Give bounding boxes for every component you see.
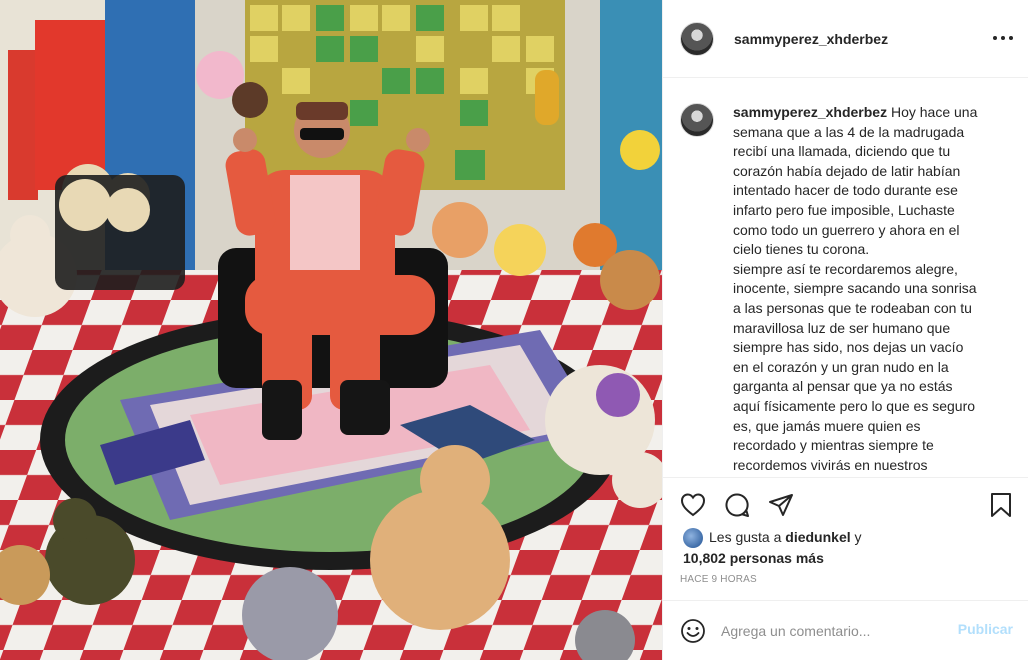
publish-button[interactable]: Publicar — [958, 621, 1013, 637]
caption-line: recibí una llamada, diciendo que tu — [733, 143, 951, 160]
caption-line: intentado hacer de todo durante ese — [733, 182, 958, 199]
author-avatar[interactable] — [680, 21, 714, 56]
comment-input[interactable] — [721, 619, 941, 643]
caption-line: aquí físicamente pero lo que es seguro — [733, 397, 976, 414]
more-horizontal-icon[interactable] — [993, 30, 1013, 46]
emoji-icon[interactable] — [679, 617, 707, 645]
caption-line: maravillosa luz de ser humano que — [733, 319, 951, 336]
caption-line: es, que jamás muere quien es — [733, 417, 921, 434]
likes-summary: Les gusta a diedunkel y 10,802 personas … — [683, 527, 1013, 568]
send-icon[interactable] — [767, 491, 795, 519]
liker-avatar[interactable] — [683, 528, 703, 549]
author-username[interactable]: sammyperez_xhderbez — [734, 31, 888, 47]
caption-line: siempre has sido, nos dejas un vacío — [733, 339, 964, 356]
caption-line: como todo un guerrero y ahora en el — [733, 221, 960, 238]
caption-line: Hoy hace una — [890, 104, 978, 120]
post-timestamp[interactable]: HACE 9 HORAS — [680, 574, 757, 585]
comment-bar: Publicar — [663, 600, 1028, 660]
likes-connector: y — [854, 529, 862, 545]
caption-line: corazón había dejado de latir habían — [733, 162, 961, 179]
caption-line: en el corazón y un gran nudo en la — [733, 358, 949, 375]
post-header: sammyperez_xhderbez — [663, 0, 1028, 78]
caption-line: recordemos vivirás en nuestros — [733, 456, 928, 473]
post-details-panel: sammyperez_xhderbez sammyperez_xhderbez … — [662, 0, 1028, 660]
post-photo[interactable] — [0, 0, 662, 660]
caption-line: a las personas que te rodeaban con tu — [733, 299, 972, 316]
caption-author-avatar[interactable] — [680, 103, 714, 137]
caption-line: siempre así te recordaremos alegre, — [733, 260, 958, 277]
caption-text: sammyperez_xhderbez Hoy hace una semana … — [733, 103, 995, 477]
liker-username[interactable]: diedunkel — [785, 529, 850, 545]
post-image — [0, 0, 662, 660]
caption-line: garganta al pensar que ya no estás — [733, 378, 953, 395]
bookmark-icon[interactable] — [987, 491, 1015, 519]
caption-section: sammyperez_xhderbez Hoy hace una semana … — [663, 79, 1028, 477]
caption-line: inocente, siempre sacando una sonrisa — [733, 280, 977, 297]
caption-line: cielo tienes tu corona. — [733, 241, 870, 258]
heart-icon[interactable] — [679, 491, 707, 519]
caption-line: infarto pero fue imposible, Luchaste — [733, 201, 955, 218]
likes-prefix: Les gusta a — [709, 529, 782, 545]
likes-count[interactable]: 10,802 personas más — [683, 550, 824, 566]
caption-username[interactable]: sammyperez_xhderbez — [733, 104, 887, 120]
post-actions — [663, 477, 1028, 527]
comment-icon[interactable] — [723, 491, 751, 519]
caption-line: recordado y mientras siempre te — [733, 437, 934, 454]
caption-line: semana que a las 4 de la madrugada — [733, 123, 965, 140]
